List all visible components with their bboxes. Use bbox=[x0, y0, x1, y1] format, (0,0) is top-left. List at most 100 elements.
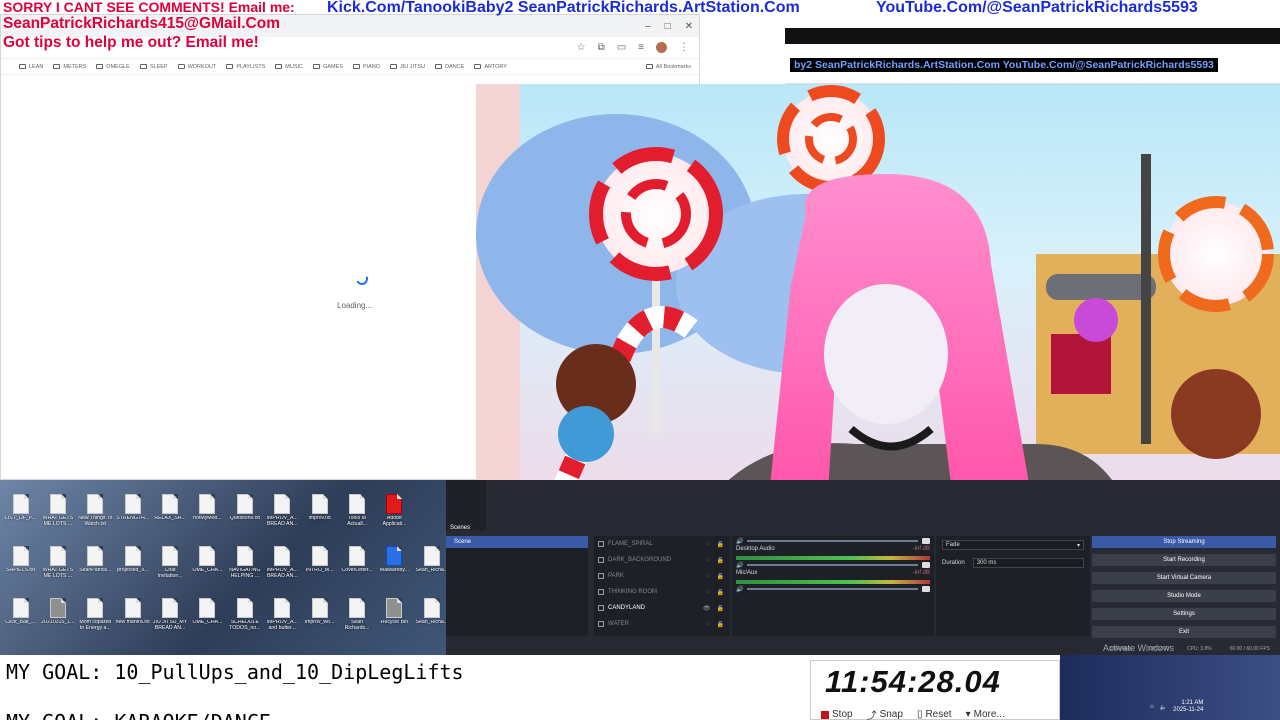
star-icon[interactable]: ☆ bbox=[577, 42, 586, 53]
lock-icon[interactable]: 🔒 bbox=[717, 573, 724, 580]
visibility-eye-icon[interactable]: ◌ bbox=[707, 557, 711, 564]
bookmark-workout[interactable]: WORKOUT bbox=[177, 64, 216, 70]
desktop-icon[interactable]: RELAX_SH... bbox=[152, 494, 189, 546]
exit-button[interactable]: Exit bbox=[1092, 626, 1276, 638]
start-recording-button[interactable]: Start Recording bbox=[1092, 554, 1276, 566]
lock-icon[interactable]: 🔒 bbox=[717, 541, 724, 548]
desktop-icon[interactable]: LIST_OF_P... bbox=[2, 494, 39, 546]
desktop-icon[interactable]: Recycle Bin bbox=[376, 598, 413, 650]
desktop-icon[interactable]: OME_CHA... bbox=[189, 546, 226, 598]
speaker-icon[interactable]: 🔊 bbox=[736, 538, 743, 545]
visibility-eye-icon[interactable]: ◌ bbox=[707, 573, 711, 580]
volume-slider[interactable] bbox=[922, 586, 930, 592]
bookmark-piano[interactable]: PIANO bbox=[352, 64, 380, 70]
lock-icon[interactable]: 🔒 bbox=[717, 589, 724, 596]
desktop-icon[interactable]: new mantra.txt bbox=[114, 598, 151, 650]
visibility-eye-icon[interactable]: ◌ bbox=[707, 589, 711, 596]
visibility-eye-icon[interactable]: ◌ bbox=[707, 541, 711, 548]
desktop-icon[interactable]: Sean_Richa... bbox=[413, 546, 450, 598]
bookmark-dance[interactable]: DANCE bbox=[435, 64, 464, 70]
desktop-icon[interactable]: SCHEDULE TODOS_no... bbox=[226, 598, 263, 650]
source-item[interactable]: FLAME_SPIRAL ◌ 🔒 bbox=[594, 536, 730, 552]
bookmark-omegle[interactable]: OMEGLE bbox=[96, 64, 130, 70]
maximize-button[interactable]: □ bbox=[665, 21, 671, 32]
desktop-icon[interactable]: projected_Il... bbox=[114, 546, 151, 598]
studio-mode-button[interactable]: Studio Mode bbox=[1092, 590, 1276, 602]
desktop-icon[interactable]: IMPROV_A... BREAD AN... bbox=[264, 494, 301, 546]
all-bookmarks-button[interactable]: All Bookmarks bbox=[645, 64, 691, 70]
start-virtual-camera-button[interactable]: Start Virtual Camera bbox=[1092, 572, 1276, 584]
visibility-eye-icon[interactable]: 👁 bbox=[703, 605, 711, 612]
desktop-icon[interactable]: NAVIGATING HELPING ... bbox=[226, 546, 263, 598]
volume-slider[interactable] bbox=[922, 562, 930, 568]
desktop-icon[interactable]: OME_CHA... bbox=[189, 598, 226, 650]
source-item[interactable]: THINKING ROOM ◌ 🔒 bbox=[594, 584, 730, 600]
settings-button[interactable]: Settings bbox=[1092, 608, 1276, 620]
desktop-icon[interactable]: 20210315_1... bbox=[39, 598, 76, 650]
bookmark-artory[interactable]: ARTORY bbox=[474, 64, 507, 70]
menu-list-icon[interactable]: ≡ bbox=[638, 42, 644, 53]
desktop-icon[interactable]: SeanPatrick... bbox=[77, 546, 114, 598]
stop-streaming-button[interactable]: Stop Streaming bbox=[1092, 536, 1276, 548]
scene-item[interactable]: Scene bbox=[446, 536, 588, 548]
profile-avatar[interactable] bbox=[656, 42, 667, 53]
stop-button[interactable]: Stop bbox=[817, 706, 857, 720]
desktop-icon[interactable]: Click_Bait_... bbox=[2, 598, 39, 650]
desktop-icon[interactable]: Malwareby... bbox=[376, 546, 413, 598]
desktop-icon[interactable]: Questions.txt bbox=[226, 494, 263, 546]
source-icon bbox=[598, 541, 604, 547]
source-item[interactable]: PARK ◌ 🔒 bbox=[594, 568, 730, 584]
lock-icon[interactable]: 🔒 bbox=[717, 605, 724, 612]
bookmark-jiu-jitsu[interactable]: JIU JITSU bbox=[390, 64, 425, 70]
minimize-button[interactable]: – bbox=[645, 21, 651, 32]
duration-field[interactable]: 300 ms bbox=[972, 558, 1084, 568]
desktop-icon[interactable]: IMPROV_A... and butter... bbox=[264, 598, 301, 650]
source-item[interactable]: WATER ◌ 🔒 bbox=[594, 616, 730, 632]
volume-slider[interactable] bbox=[922, 538, 930, 544]
scenes-tab[interactable]: Scenes bbox=[450, 525, 470, 531]
network-icon[interactable]: ⌂ bbox=[1150, 704, 1154, 710]
text-file-icon bbox=[274, 598, 291, 618]
desktop-icon[interactable]: improv.txt bbox=[301, 494, 338, 546]
reset-button[interactable]: ▯ Reset bbox=[913, 706, 956, 720]
bookmark-sleep[interactable]: SLEEP bbox=[139, 64, 168, 70]
cast-icon[interactable]: ▭ bbox=[617, 42, 626, 53]
desktop-icon[interactable]: JIU JITSU_MY BREAD AN... bbox=[152, 598, 189, 650]
visibility-eye-icon[interactable]: ◌ bbox=[707, 621, 711, 628]
transition-select[interactable]: Fade ▾ bbox=[942, 540, 1084, 550]
tray-clock[interactable]: 1:21 AM 2025-11-24 bbox=[1173, 700, 1203, 714]
bookmark-lean[interactable]: LEAN bbox=[19, 64, 43, 70]
desktop-icon[interactable]: improv_wo... bbox=[301, 598, 338, 650]
desktop-icon[interactable]: Tools Id Actuall... bbox=[339, 494, 376, 546]
snap-button[interactable]: ⤴ Snap bbox=[863, 706, 907, 720]
more-button[interactable]: ▾ More... bbox=[962, 706, 1009, 720]
bookmark-playlists[interactable]: PLAYLISTS bbox=[226, 64, 265, 70]
speaker-icon[interactable]: 🔊 bbox=[736, 562, 743, 569]
desktop-icon[interactable]: Adobe Applicati... bbox=[376, 494, 413, 546]
speaker-icon[interactable]: 🔊 bbox=[736, 586, 743, 593]
desktop-icon[interactable]: SHPIELS.txt bbox=[2, 546, 39, 598]
desktop-icon[interactable]: WHAT GETS ME LOTS ... bbox=[39, 546, 76, 598]
source-item[interactable]: CANDYLAND 👁 🔒 bbox=[594, 600, 730, 616]
desktop-icon[interactable]: CoverLetter... bbox=[339, 546, 376, 598]
desktop-icon[interactable]: IMPROV_A... BREAD AN... bbox=[264, 546, 301, 598]
desktop-icon[interactable]: INTRO_M... bbox=[301, 546, 338, 598]
bookmark-music[interactable]: MUSIC bbox=[275, 64, 303, 70]
desktop-icon[interactable]: Mom copared to Energy a... bbox=[77, 598, 114, 650]
lock-icon[interactable]: 🔒 bbox=[717, 557, 724, 564]
desktop-icon[interactable]: Sean_Richa... bbox=[413, 598, 450, 650]
source-item[interactable]: DARK_BACKGROUND ◌ 🔒 bbox=[594, 552, 730, 568]
desktop-icon[interactable]: WHAT GETS ME LOTS ... bbox=[39, 494, 76, 546]
desktop-icon[interactable]: Sean Richards... bbox=[339, 598, 376, 650]
lock-icon[interactable]: 🔒 bbox=[717, 621, 724, 628]
close-button[interactable]: ✕ bbox=[685, 21, 693, 32]
desktop-icon[interactable]: Chat Invitation... bbox=[152, 546, 189, 598]
desktop-icon[interactable]: notMyMod... bbox=[189, 494, 226, 546]
bookmark-meters[interactable]: METERS bbox=[53, 64, 86, 70]
volume-icon[interactable]: 🔈 bbox=[1160, 704, 1167, 711]
extensions-icon[interactable]: ⧉ bbox=[598, 42, 605, 53]
desktop-icon[interactable]: New Things To Watch.txt bbox=[77, 494, 114, 546]
kebab-menu-icon[interactable]: ⋮ bbox=[679, 42, 689, 53]
desktop-icon[interactable]: STRENGTH... bbox=[114, 494, 151, 546]
bookmark-games[interactable]: GAMES bbox=[313, 64, 343, 70]
